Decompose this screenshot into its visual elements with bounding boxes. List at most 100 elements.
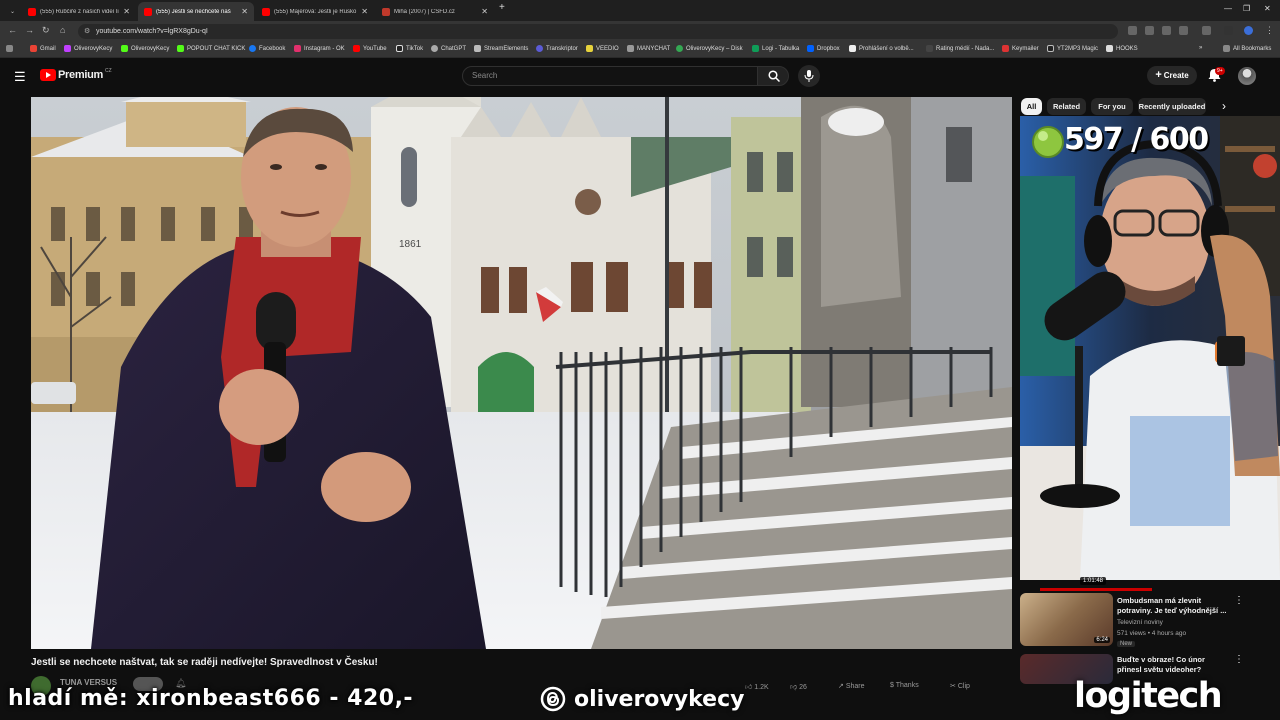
apps-grid-icon[interactable] xyxy=(6,45,16,52)
close-icon[interactable]: ✕ xyxy=(481,7,488,16)
more-options-icon[interactable]: ⋮ xyxy=(1234,654,1244,665)
extensions-icon[interactable] xyxy=(1202,26,1211,35)
forward-icon[interactable]: → xyxy=(25,25,34,35)
youtube-icon xyxy=(28,7,36,16)
site-info-icon[interactable]: ⚙ xyxy=(84,24,90,39)
bookmark-item[interactable]: MANYCHAT xyxy=(627,45,670,52)
bookmark-item[interactable]: StreamElements xyxy=(474,45,528,52)
logo-region: CZ xyxy=(104,68,112,74)
bookmark-item[interactable]: Facebook xyxy=(249,45,285,52)
search-placeholder: Search xyxy=(472,71,498,80)
bookmark-item[interactable]: TikTok xyxy=(396,45,423,52)
share-button[interactable]: ↗ Share xyxy=(838,682,865,690)
new-badge: New xyxy=(1117,641,1136,647)
bookmark-item[interactable]: Instagram - OK xyxy=(294,45,345,52)
chevron-right-icon[interactable]: » xyxy=(1199,45,1202,51)
chip-recently-uploaded[interactable]: Recently uploaded xyxy=(1138,98,1206,115)
cast-icon[interactable] xyxy=(1162,26,1171,35)
close-icon[interactable]: ✕ xyxy=(123,7,130,16)
bookmark-item[interactable]: Logi - Tabulka xyxy=(752,45,799,52)
youtube-play-icon xyxy=(40,69,56,81)
bookmark-item[interactable]: OliverovyKecy xyxy=(64,45,112,52)
browser-tab-2[interactable]: (555) Jestli se nechcete naš ✕ xyxy=(138,2,254,21)
chip-related[interactable]: Related xyxy=(1047,98,1086,115)
bookmark-item[interactable]: OliverovyKecy xyxy=(121,45,169,52)
bookmark-item[interactable]: Transkriptor xyxy=(536,45,578,52)
bookmark-item[interactable]: POPOUT CHAT KICK xyxy=(177,45,245,52)
bookmark-item[interactable]: Gmail xyxy=(30,45,56,52)
youtube-logo[interactable]: Premium CZ xyxy=(40,68,112,81)
profile-avatar[interactable] xyxy=(1244,26,1253,35)
back-icon[interactable]: ← xyxy=(8,25,17,35)
bookmark-item[interactable]: ChatGPT xyxy=(431,45,466,52)
video-player[interactable]: 1861 xyxy=(31,97,1012,649)
dislike-button[interactable]: 👎︎ 26 xyxy=(790,682,807,691)
like-button[interactable]: 👍︎ 1.2K xyxy=(745,682,769,691)
chip-all[interactable]: All xyxy=(1021,98,1042,115)
menu-dots-icon[interactable]: ⋮ xyxy=(1265,25,1274,36)
webcam-counter: 597 / 600 xyxy=(1064,122,1209,157)
logitech-logo: logitech xyxy=(1074,676,1223,716)
url-text: youtube.com/watch?v=lgRX8gDu-qI xyxy=(96,28,208,35)
close-window-button[interactable]: ✕ xyxy=(1264,4,1271,13)
bookmark-item[interactable]: Prohlášení o volbě... xyxy=(849,45,914,52)
microphone-icon xyxy=(804,70,814,82)
browser-tab-3[interactable]: (555) Majerová: Jestli je Rusko ✕ xyxy=(256,2,374,21)
bookmark-item[interactable]: HOOKS xyxy=(1106,45,1138,52)
bookmarks-bar: Gmail OliverovyKecy OliverovyKecy POPOUT… xyxy=(0,41,1280,58)
search-input[interactable]: Search xyxy=(462,66,758,86)
streamer-webcam: 597 / 600 xyxy=(1020,116,1280,580)
browser-tab-1[interactable]: (555) Rubčiře z našich videí li ✕ xyxy=(22,2,136,21)
rec-meta: 571 views • 4 hours ago xyxy=(1117,630,1187,637)
tab-title: (555) Majerová: Jestli je Rusko xyxy=(274,8,357,15)
search-icon xyxy=(768,70,780,82)
social-handle-overlay: oliverovykecy xyxy=(540,686,744,712)
star-icon[interactable] xyxy=(1179,26,1188,35)
duration-badge: 6:24 xyxy=(1094,637,1110,643)
reload-icon[interactable]: ↻ xyxy=(42,25,50,36)
chevron-right-icon[interactable]: › xyxy=(1222,99,1226,113)
clip-button[interactable]: ✂ Clip xyxy=(950,682,970,690)
rec-thumbnail[interactable]: 6:24 xyxy=(1020,593,1113,646)
home-icon[interactable]: ⌂ xyxy=(60,25,65,35)
create-button[interactable]: + Create xyxy=(1147,66,1197,85)
notifications-button[interactable]: 9+ xyxy=(1208,67,1225,82)
close-icon[interactable]: ✕ xyxy=(361,7,368,16)
tab-title: (555) Jestli se nechcete naš xyxy=(156,8,231,15)
bookmark-item[interactable]: YT2MP3 Magic xyxy=(1047,45,1098,52)
bookmark-item[interactable]: Dropbox xyxy=(807,45,840,52)
new-tab-button[interactable]: + xyxy=(499,2,505,13)
rec-title[interactable]: Ombudsman má zlevnit potraviny. Je teď v… xyxy=(1117,596,1227,616)
browser-tab-4[interactable]: Miha (2007) | ČSFD.cz ✕ xyxy=(376,2,494,21)
hamburger-menu-icon[interactable]: ☰ xyxy=(14,69,26,85)
voice-search-button[interactable] xyxy=(798,65,820,87)
all-bookmarks[interactable]: All Bookmarks xyxy=(1223,45,1271,52)
notification-badge: 9+ xyxy=(1215,67,1225,75)
address-bar[interactable]: ⚙ youtube.com/watch?v=lgRX8gDu-qI xyxy=(78,24,1118,39)
browser-toolbar: ← → ↻ ⌂ ⚙ youtube.com/watch?v=lgRX8gDu-q… xyxy=(0,21,1280,41)
translate-icon[interactable] xyxy=(1128,26,1137,35)
close-icon[interactable]: ✕ xyxy=(241,7,248,16)
bookmark-item[interactable]: OliverovyKecy – Disk xyxy=(676,45,743,52)
chip-for-you[interactable]: For you xyxy=(1091,98,1133,115)
more-options-icon[interactable]: ⋮ xyxy=(1234,595,1244,606)
rec-title[interactable]: Buďte v obraze! Co únor přinesl světu vi… xyxy=(1117,655,1227,675)
tab-search-button[interactable]: ⌄ xyxy=(4,2,18,21)
thumbs-up-icon: 👍︎ xyxy=(745,684,753,691)
bookmark-item[interactable]: VEEDIO xyxy=(586,45,619,52)
maximize-button[interactable]: ❐ xyxy=(1243,4,1250,13)
minimize-button[interactable]: — xyxy=(1224,4,1232,13)
user-avatar[interactable] xyxy=(1238,67,1256,85)
bookmark-item[interactable]: YouTube xyxy=(353,45,387,52)
bookmark-item[interactable]: Keymailer xyxy=(1002,45,1039,52)
search-button[interactable] xyxy=(757,66,789,86)
watch-progress xyxy=(1040,588,1152,591)
tab-title: Miha (2007) | ČSFD.cz xyxy=(394,8,455,15)
zoom-icon[interactable] xyxy=(1145,26,1154,35)
create-label: Create xyxy=(1163,71,1189,80)
thanks-button[interactable]: $ Thanks xyxy=(890,682,919,689)
sidebar-icon[interactable] xyxy=(1224,26,1233,35)
rec-channel[interactable]: Televizní noviny xyxy=(1117,619,1163,626)
youtube-icon xyxy=(262,7,270,16)
bookmark-item[interactable]: Rating médií - Nada... xyxy=(926,45,994,52)
